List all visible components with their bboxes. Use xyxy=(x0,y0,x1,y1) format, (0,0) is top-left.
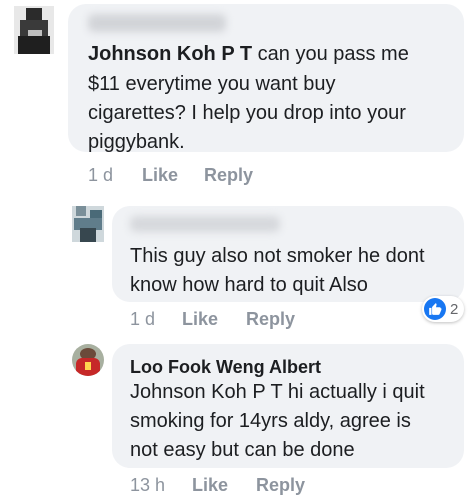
comment-text-line: cigarettes? I help you drop into your xyxy=(88,102,406,124)
reply-button[interactable]: Reply xyxy=(256,474,305,496)
comment-text-line: know how hard to quit Also xyxy=(130,274,368,296)
reply-button[interactable]: Reply xyxy=(246,308,295,330)
mentioned-user-link[interactable]: Johnson Koh P T xyxy=(88,43,252,65)
commenter-avatar[interactable] xyxy=(14,6,54,54)
comment-text-line: hi actually i quit xyxy=(287,381,425,403)
thumbs-up-icon xyxy=(424,298,446,320)
commenter-avatar[interactable] xyxy=(72,344,104,376)
commenter-avatar[interactable] xyxy=(72,206,104,242)
comment-text-line: piggybank. xyxy=(88,131,185,153)
comment-timestamp: 13 h xyxy=(130,475,166,495)
like-button[interactable]: Like xyxy=(192,474,228,496)
like-button[interactable]: Like xyxy=(182,308,218,330)
redacted-author-name xyxy=(88,14,226,32)
comment-text-line: can you pass me xyxy=(257,43,409,65)
comment-text: Johnson Koh P T hi actually i quit xyxy=(130,378,460,406)
comment-text-line: This guy also not smoker he dont xyxy=(130,245,425,267)
reply-button[interactable]: Reply xyxy=(204,164,253,186)
like-button[interactable]: Like xyxy=(142,164,178,186)
reaction-count: 2 xyxy=(450,300,459,318)
comment-author-name[interactable]: Loo Fook Weng Albert xyxy=(130,356,321,378)
comment-text-line: not easy but can be done xyxy=(130,439,355,461)
comment-text-line: smoking for 14yrs aldy, agree is xyxy=(130,410,411,432)
comment-timestamp: 1 d xyxy=(88,165,114,185)
comment-text-line: $11 everytime you want buy xyxy=(88,73,336,95)
redacted-author-name xyxy=(130,216,280,232)
comment-timestamp: 1 d xyxy=(130,309,156,329)
mentioned-user-link[interactable]: Johnson Koh P T xyxy=(130,381,282,403)
comment-text: Johnson Koh P T can you pass me xyxy=(88,40,460,68)
reaction-count-badge[interactable]: 2 xyxy=(422,296,465,322)
